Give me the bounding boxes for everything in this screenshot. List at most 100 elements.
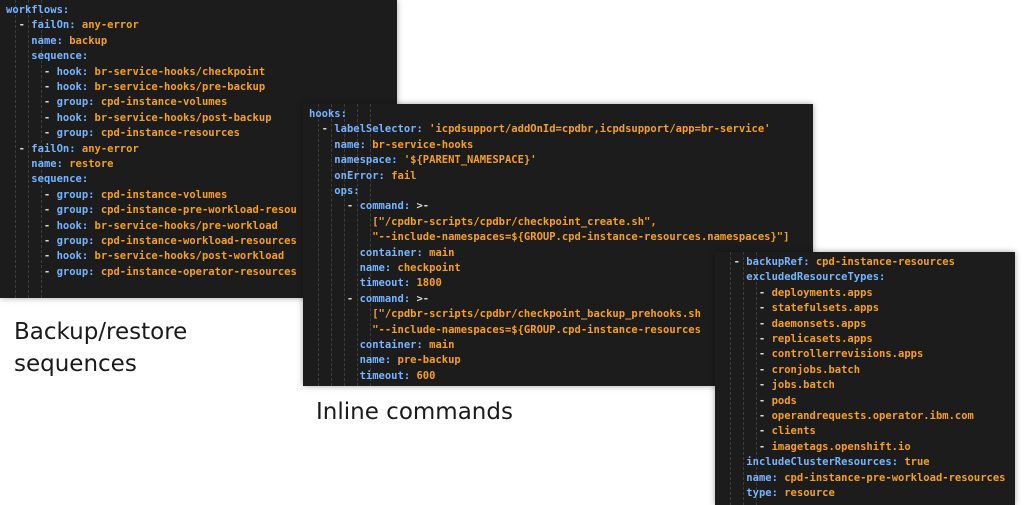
code-token: deployments.apps [771,286,873,299]
code-token: - [6,127,57,140]
code-token: hook: [56,65,95,78]
code-line: - statefulsets.apps [715,301,879,316]
caption-line-1: Backup/restore [14,319,188,345]
code-token: cpd-instance-pre-workload-resou [100,204,297,217]
code-token: sequence: [31,173,89,186]
code-token: - [6,250,57,263]
code-token: daemonsets.apps [771,317,867,330]
code-token: excludedResourceTypes: [746,271,886,284]
code-token: main [429,246,455,259]
code-token: br-service-hooks/checkpoint [94,65,266,78]
code-token: group: [56,96,101,109]
code-token: hook: [56,250,95,263]
code-token: br-service-hooks/post-backup [94,111,272,124]
code-line: name: pre-backup [303,353,461,368]
code-token: sequence: [31,50,89,63]
code-token: - [309,200,360,213]
code-token: operandrequests.operator.ibm.com [771,410,974,422]
code-token: - [721,379,772,392]
code-line: - group: cpd-instance-pre-workload-resou [0,203,297,218]
code-token: restore [69,158,114,170]
code-token: group: [56,127,101,140]
code-token: cpd-instance-resources [815,256,955,268]
code-token: pre-backup [397,354,461,367]
code-token: true [904,456,930,469]
code-token: imagetags.openshift.io [771,440,911,453]
code-token: - [309,292,360,305]
code-token: "--include-namespaces=${GROUP.cpd-instan… [372,231,790,244]
code-token: - [721,333,772,345]
caption-line-2: sequences [14,351,137,377]
code-token: workflows: [6,4,70,16]
code-token: - [6,188,57,201]
code-token: - [309,123,335,136]
code-line: - labelSelector: 'icpdsupport/addOnId=cp… [303,122,771,137]
code-token: - [6,65,57,78]
code-line: "--include-namespaces=${GROUP.cpd-instan… [303,230,789,245]
code-line: name: cpd-instance-pre-workload-resource… [715,471,1005,486]
code-token: cpd-instance-volumes [100,188,228,201]
code-line: - clients [715,424,816,439]
code-token: container: [359,339,430,351]
code-token: jobs.batch [771,379,835,392]
code-token: ["/cpdbr-scripts/cpdbr/checkpoint_backup… [372,308,701,321]
code-token: pods [771,394,797,407]
code-token: replicasets.apps [771,333,873,345]
code-token: br-service-hooks/pre-workload [94,219,278,232]
code-token: main [429,339,455,351]
code-token: cpd-instance-volumes [100,96,228,109]
code-token: - [6,111,57,124]
code-token: - [721,317,772,330]
code-line: ["/cpdbr-scripts/cpdbr/checkpoint_create… [303,215,657,230]
code-token: ["/cpdbr-scripts/cpdbr/checkpoint_create… [372,215,657,228]
code-token: command: [359,292,417,305]
code-token: - [721,440,772,453]
code-line: name: backup [0,34,107,49]
code-line: - group: cpd-instance-volumes [0,188,227,203]
code-line: - backupRef: cpd-instance-resources [715,255,955,270]
code-token: ops: [334,185,360,197]
code-token: 1800 [416,277,442,290]
code-token: labelSelector: [334,123,430,136]
code-token: - [721,394,772,407]
code-token: name: [746,471,785,484]
code-line: - controllerrevisions.apps [715,347,923,362]
code-token: name: [31,158,70,170]
code-line: - deployments.apps [715,286,873,301]
code-token: cronjobs.batch [771,363,861,376]
code-line: - failOn: any-error [0,18,139,33]
code-token: any-error [81,19,139,32]
code-line: - cronjobs.batch [715,363,860,378]
code-token: command: [359,200,417,213]
code-token: hook: [56,111,95,124]
code-token: timeout: [359,277,417,290]
code-token: cpd-instance-resources [100,127,240,140]
code-token: includeClusterResources: [746,456,905,469]
code-line: ops: [303,184,360,199]
code-token: - [6,19,32,32]
code-token: - [6,142,32,155]
code-line: container: main [303,246,455,261]
code-line: - command: >- [303,292,429,307]
code-line: "--include-namespaces=${GROUP.cpd-instan… [303,323,701,338]
code-line: type: resource [715,486,835,501]
code-token: >- [416,292,430,305]
code-token: backup [69,34,108,47]
backupref-code-panel[interactable]: - backupRef: cpd-instance-resources excl… [715,252,1015,505]
code-token: name: [359,262,398,274]
code-line: - jobs.batch [715,378,835,393]
